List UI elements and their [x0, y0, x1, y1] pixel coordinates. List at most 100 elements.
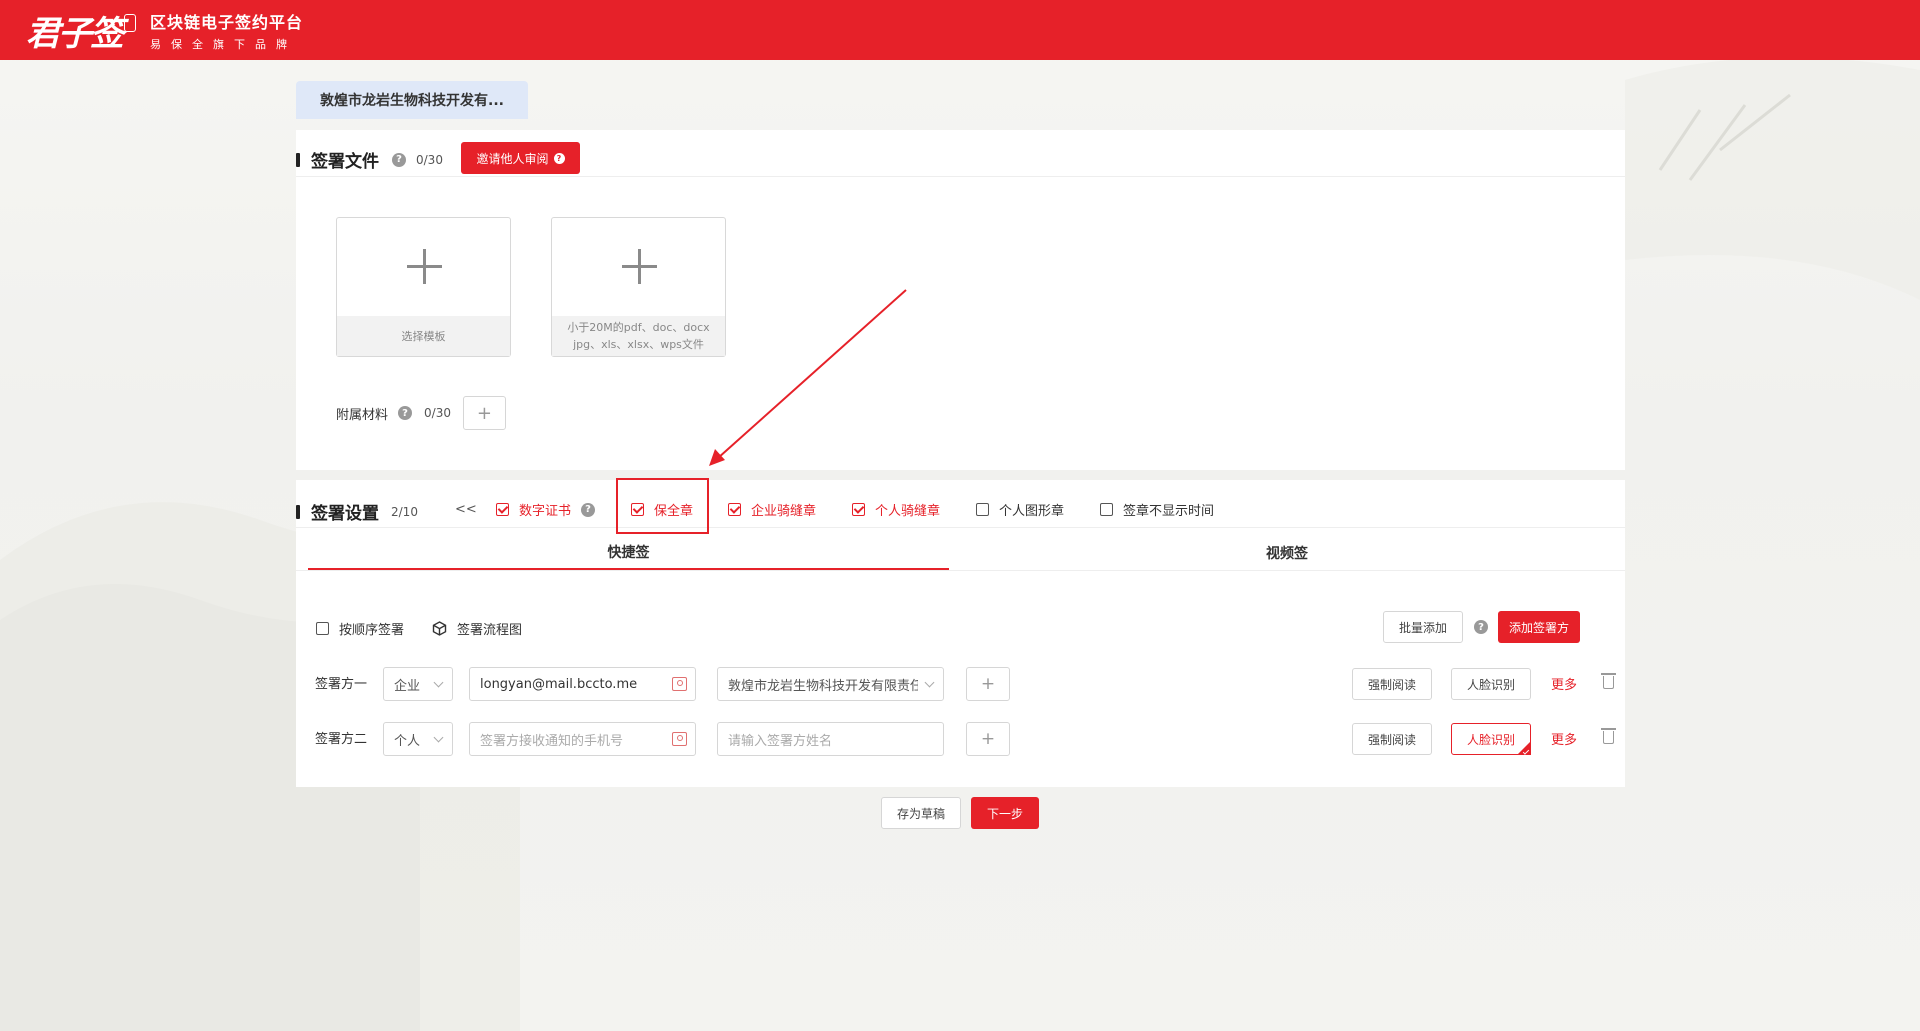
plus-icon [337, 240, 510, 292]
help-icon: ? [553, 152, 565, 164]
signer-company-value: 敦煌市龙岩生物科技开发有限责任 [728, 678, 918, 694]
option-label: 企业骑缝章 [751, 504, 817, 519]
divider [296, 527, 1625, 528]
signer-name-input[interactable]: 请输入签署方姓名 [717, 722, 944, 756]
help-icon[interactable]: ? [581, 502, 596, 517]
force-read-button[interactable]: 强制阅读 [1352, 723, 1432, 755]
more-link[interactable]: 更多 [1551, 674, 1577, 693]
batch-add-label: 批量添加 [1398, 620, 1447, 635]
sign-settings-header: 签署设置 2/10 [296, 499, 418, 524]
document-tab-label: 敦煌市龙岩生物科技开发有... [320, 93, 504, 109]
sign-files-title: 签署文件 [311, 152, 379, 172]
checkbox-checked[interactable] [496, 503, 509, 516]
signer-type-value: 企业 [394, 678, 421, 694]
face-recognition-button-selected[interactable]: 人脸识别 [1451, 723, 1531, 755]
logo-seal-icon [124, 14, 136, 32]
signer-type-select[interactable]: 企业 [383, 667, 453, 701]
top-bar: 君子签 区块链电子签约平台 易保全旗下品牌 [0, 0, 1920, 60]
brand-title: 区块链电子签约平台 [150, 12, 304, 32]
tab-video-sign[interactable]: 视频签 [949, 536, 1625, 570]
invite-review-label: 邀请他人审阅 [476, 151, 549, 166]
invite-review-button[interactable]: 邀请他人审阅 ? [461, 142, 580, 174]
signer-type-select[interactable]: 个人 [383, 722, 453, 756]
face-recognition-label: 人脸识别 [1466, 732, 1515, 747]
contact-book-icon[interactable] [672, 677, 687, 691]
sign-files-panel: 签署文件 ? 0/30 邀请他人审阅 ? 选择模板 小于20M的pdf、doc、… [296, 130, 1625, 470]
checkbox-checked[interactable] [852, 503, 865, 516]
chevron-down-icon [433, 732, 444, 743]
option-label: 数字证书 [519, 504, 572, 519]
chevron-down-icon [924, 677, 935, 688]
attachments-row: 附属材料 ? 0/30 + [336, 396, 506, 430]
more-link[interactable]: 更多 [1551, 729, 1577, 748]
contact-book-icon[interactable] [672, 732, 687, 746]
tab-quick-sign[interactable]: 快捷签 [308, 536, 949, 570]
batch-add-button[interactable]: 批量添加 [1383, 611, 1463, 643]
next-step-button[interactable]: 下一步 [971, 797, 1039, 829]
face-recognition-button[interactable]: 人脸识别 [1451, 668, 1531, 700]
brand-text: 区块链电子签约平台 易保全旗下品牌 [150, 9, 303, 52]
option-label: 个人图形章 [999, 504, 1065, 519]
help-icon[interactable]: ? [398, 406, 413, 420]
upload-hint-line1: 小于20M的pdf、doc、docx [567, 321, 710, 334]
sign-settings-panel: 签署设置 2/10 << 数字证书 ? 保全章 企业骑缝章 个人骑缝章 个人图形… [296, 480, 1625, 787]
tab-label: 视频签 [1266, 546, 1308, 562]
checkbox-unchecked[interactable] [976, 503, 989, 516]
checkbox-checked[interactable] [728, 503, 741, 516]
option-hide-seal-time[interactable]: 签章不显示时间 [1100, 500, 1214, 519]
option-personal-graphic-seal[interactable]: 个人图形章 [976, 500, 1064, 519]
cube-icon [432, 621, 447, 636]
force-read-label: 强制阅读 [1367, 677, 1416, 692]
checkbox-unchecked[interactable] [316, 622, 329, 635]
divider [296, 570, 1625, 571]
attachments-label: 附属材料 [336, 407, 389, 423]
upload-file-card[interactable]: 小于20M的pdf、doc、docx jpg、xls、xlsx、wps文件 [551, 217, 726, 357]
option-personal-seam-seal[interactable]: 个人骑缝章 [852, 500, 940, 519]
option-digital-certificate[interactable]: 数字证书 ? [496, 500, 596, 519]
signer-company-select[interactable]: 敦煌市龙岩生物科技开发有限责任 [717, 667, 944, 701]
signer-label: 签署方二 [315, 732, 368, 747]
face-recognition-label: 人脸识别 [1466, 677, 1515, 692]
force-read-label: 强制阅读 [1367, 732, 1416, 747]
collapse-toggle[interactable]: << [455, 502, 477, 517]
flowchart-link[interactable]: 签署流程图 [432, 619, 522, 638]
signer-contact-value: longyan@mail.bccto.me [480, 676, 638, 692]
signer-label: 签署方一 [315, 677, 368, 692]
logo-wordmark: 君子签 [26, 13, 124, 54]
save-draft-label: 存为草稿 [896, 806, 945, 821]
save-draft-button[interactable]: 存为草稿 [881, 797, 961, 829]
add-signer-button[interactable]: 添加签署方 [1498, 611, 1580, 643]
select-template-card[interactable]: 选择模板 [336, 217, 511, 357]
chevron-down-icon [433, 677, 444, 688]
plus-icon [552, 240, 725, 292]
sign-files-header: 签署文件 ? 0/30 [296, 147, 443, 172]
add-attachment-button[interactable]: + [462, 396, 506, 430]
trash-icon[interactable] [1601, 673, 1616, 689]
add-field-button[interactable]: + [966, 722, 1010, 756]
section-marker [296, 152, 300, 167]
trash-icon[interactable] [1601, 728, 1616, 744]
sequential-sign-option[interactable]: 按顺序签署 [316, 619, 404, 638]
option-label: 签章不显示时间 [1123, 504, 1215, 519]
signer-contact-input[interactable]: longyan@mail.bccto.me [469, 667, 696, 701]
document-tab[interactable]: 敦煌市龙岩生物科技开发有... [296, 81, 528, 119]
tab-label: 快捷签 [607, 545, 650, 561]
signer-phone-input[interactable]: 签署方接收通知的手机号 [469, 722, 696, 756]
settings-count: 2/10 [391, 504, 418, 519]
force-read-button[interactable]: 强制阅读 [1352, 668, 1432, 700]
sign-settings-title: 签署设置 [311, 504, 379, 524]
section-marker [296, 504, 300, 519]
annotation-highlight-box [616, 478, 709, 534]
signer-phone-placeholder: 签署方接收通知的手机号 [480, 733, 624, 749]
attachments-count: 0/30 [424, 406, 451, 420]
help-icon[interactable]: ? [392, 152, 406, 167]
help-icon[interactable]: ? [1474, 620, 1488, 634]
upload-hint-line2: jpg、xls、xlsx、wps文件 [573, 338, 704, 351]
add-field-button[interactable]: + [966, 667, 1010, 701]
checkbox-unchecked[interactable] [1100, 503, 1113, 516]
brand-subtitle: 易保全旗下品牌 [150, 37, 297, 51]
brand-logo[interactable]: 君子签 [26, 6, 136, 55]
sequential-sign-label: 按顺序签署 [339, 623, 405, 638]
option-enterprise-seam-seal[interactable]: 企业骑缝章 [728, 500, 816, 519]
next-step-label: 下一步 [986, 806, 1023, 821]
